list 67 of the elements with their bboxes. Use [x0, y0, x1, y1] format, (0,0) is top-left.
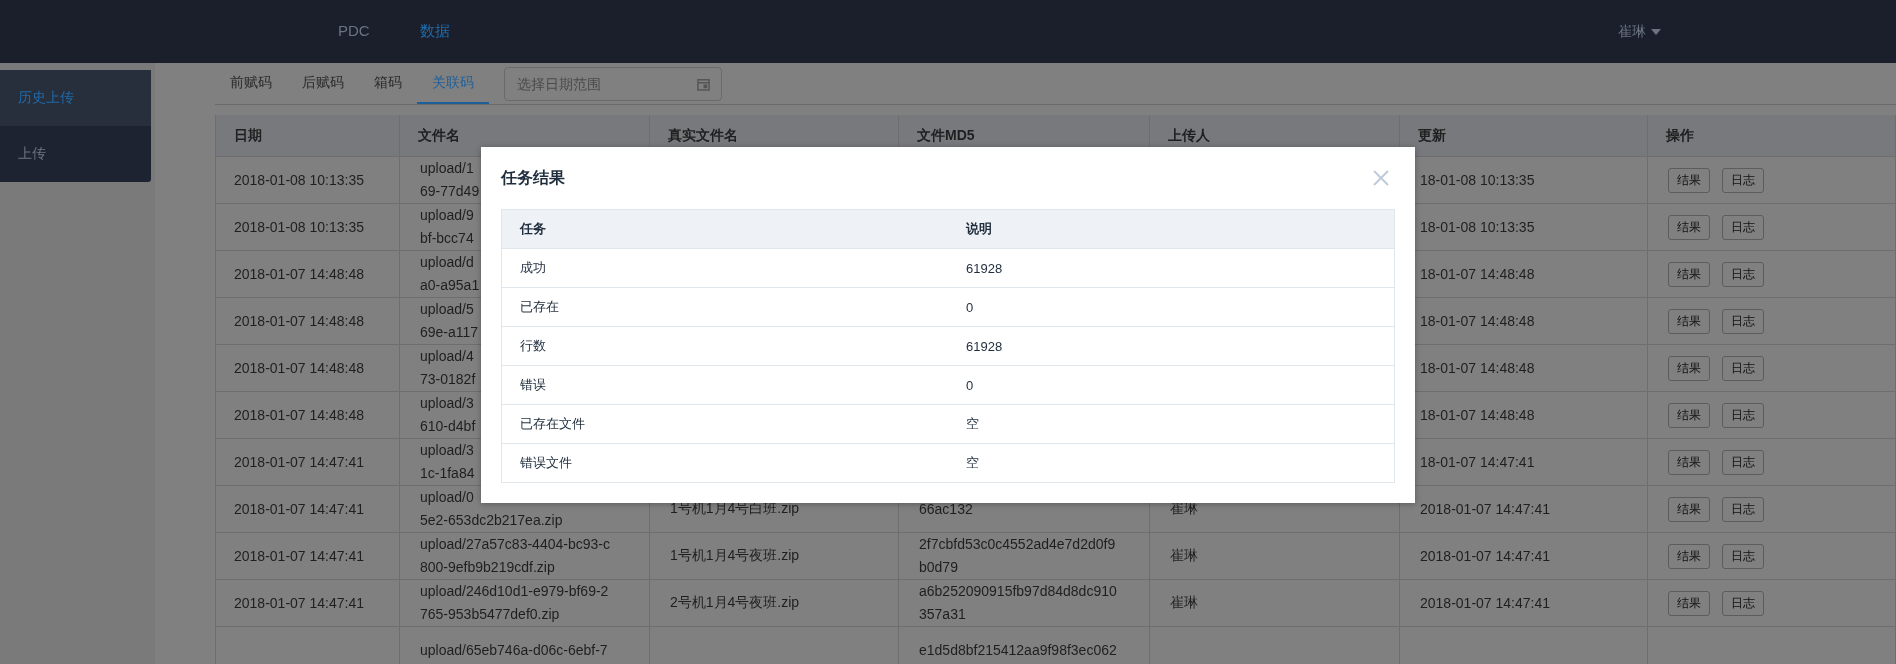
action-button[interactable]: 日志 — [1722, 308, 1764, 334]
table-cell: 已存在 — [520, 298, 559, 316]
action-button[interactable]: 结果 — [1668, 449, 1710, 475]
action-button[interactable]: 结果 — [1668, 543, 1710, 569]
table-cell: 2018-01-07 14:48:48 — [216, 298, 400, 345]
action-button[interactable]: 结果 — [1668, 308, 1710, 334]
table-cell: 2018-01-07 14:47:41 — [216, 533, 400, 580]
table-cell: 已存在文件 — [520, 415, 585, 433]
column-header: 日期 — [216, 115, 400, 157]
table-cell: upload/65eb746a-d06c-6ebf-7 — [400, 627, 650, 664]
action-button[interactable]: 结果 — [1668, 261, 1710, 287]
tab[interactable]: 箱码 — [359, 63, 417, 104]
action-button[interactable]: 日志 — [1722, 590, 1764, 616]
table-cell: 2018-01-07 14:48:48 — [216, 345, 400, 392]
close-icon[interactable] — [1373, 170, 1389, 186]
table-cell: 61928 — [966, 338, 1003, 354]
table-cell: 成功 — [520, 259, 546, 277]
table-cell: 空 — [966, 415, 979, 433]
caret-icon — [1651, 28, 1661, 35]
sidebar-item[interactable]: 历史上传 — [0, 70, 151, 126]
table-cell: 2018-01-07 14:47:41 — [216, 580, 400, 627]
action-button[interactable]: 结果 — [1668, 496, 1710, 522]
table-cell: a6b252090915fb97d84d8dc910 357a31 — [899, 580, 1150, 627]
action-button[interactable]: 结果 — [1668, 167, 1710, 193]
table-cell: 0 — [966, 299, 974, 315]
table-cell: 2018-01-07 14:47:41 — [1400, 580, 1648, 627]
table-cell: 错误文件 — [520, 454, 572, 472]
action-button[interactable]: 结果 — [1668, 214, 1710, 240]
sidebar-item[interactable]: 上传 — [0, 126, 151, 182]
table-cell: 0 — [966, 377, 974, 393]
table-cell: 2号机1月4号夜班.zip — [650, 580, 899, 627]
table-cell: upload/246d10d1-e979-bf69-2 765-953b5477def0.zip — [400, 580, 650, 627]
action-button[interactable]: 结果 — [1668, 590, 1710, 616]
table-cell: 2018-01-07 14:47:41 — [216, 486, 400, 533]
nav-link[interactable]: PDC — [338, 22, 370, 41]
table-cell: 2018-01-08 10:13:35 — [216, 204, 400, 251]
table-cell: e1d5d8bf215412aa9f98f3ec062 — [899, 627, 1150, 664]
calendar-icon — [697, 77, 710, 91]
tab[interactable]: 前赋码 — [215, 63, 287, 104]
tab[interactable]: 后赋码 — [287, 63, 359, 104]
action-button[interactable]: 结果 — [1668, 402, 1710, 428]
table-cell: 崔琳 — [1150, 580, 1400, 627]
action-button[interactable]: 日志 — [1722, 214, 1764, 240]
table-cell: 61928 — [966, 260, 1003, 276]
table-cell: 2018-01-08 10:13:35 — [216, 157, 400, 204]
table-cell: 2018-01-07 14:47:41 — [1400, 533, 1648, 580]
action-button[interactable]: 日志 — [1722, 355, 1764, 381]
table-cell: 错误 — [520, 376, 546, 394]
dialog-title: 任务结果 — [501, 167, 565, 188]
nav-link[interactable]: 数据 — [419, 22, 450, 41]
action-button[interactable]: 日志 — [1722, 543, 1764, 569]
table-cell: 2018-01-07 14:48:48 — [216, 392, 400, 439]
user-menu[interactable]: 崔琳 — [1618, 22, 1661, 41]
action-button[interactable]: 日志 — [1722, 402, 1764, 428]
action-button[interactable]: 日志 — [1722, 167, 1764, 193]
column-header: 任务 — [520, 220, 546, 238]
column-header: 说明 — [966, 220, 992, 238]
table-cell: 1号机1月4号夜班.zip — [650, 533, 899, 580]
table-cell: 空 — [966, 454, 979, 472]
column-header: 操作 — [1648, 115, 1896, 157]
table-cell: 2018-01-07 14:48:48 — [216, 251, 400, 298]
action-button[interactable]: 日志 — [1722, 496, 1764, 522]
action-button[interactable]: 日志 — [1722, 261, 1764, 287]
action-button[interactable]: 结果 — [1668, 355, 1710, 381]
table-cell: 崔琳 — [1150, 533, 1400, 580]
table-cell: 2018-01-07 14:47:41 — [216, 439, 400, 486]
action-button[interactable]: 日志 — [1722, 449, 1764, 475]
